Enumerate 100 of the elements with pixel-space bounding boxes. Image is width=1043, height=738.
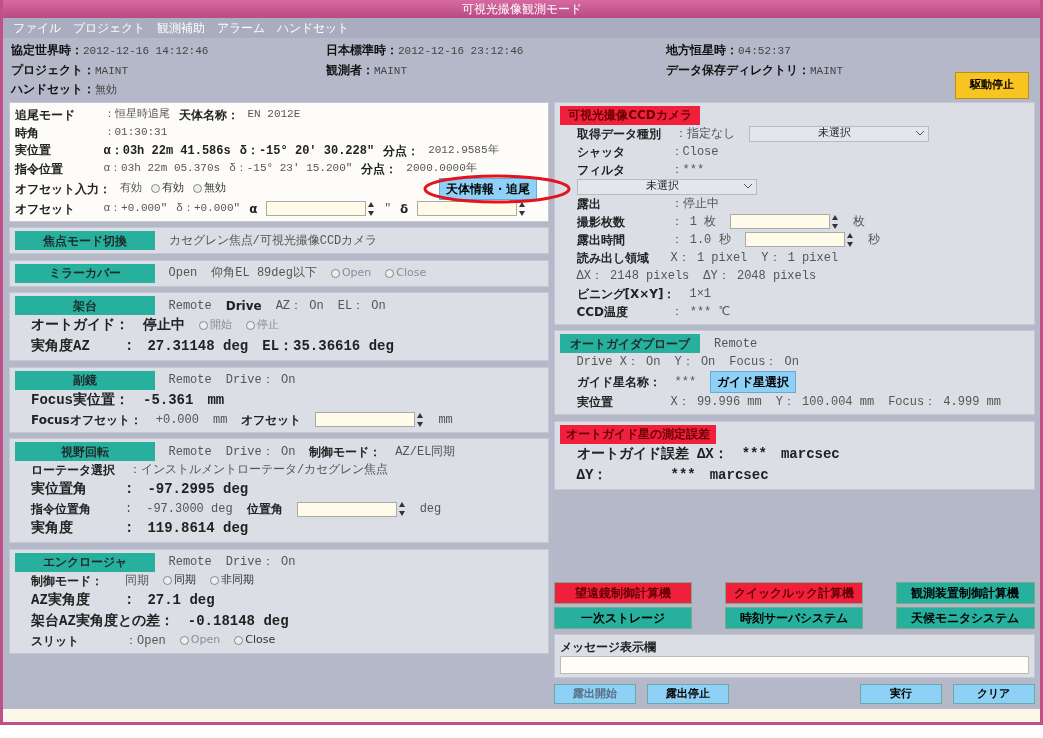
reading-text: -97.2995 deg <box>147 480 249 499</box>
reading-text: Focus実位置： <box>31 390 129 410</box>
action-button[interactable]: クリア <box>952 683 1035 704</box>
field-label: CCD温度 <box>576 303 630 321</box>
reading-text: 停止中 <box>143 316 185 335</box>
field-value: Drive： On <box>225 443 296 461</box>
reading-text: -5.361 <box>143 390 194 410</box>
field-value: Focus： On <box>729 354 799 371</box>
field-value: 04:52:37 <box>738 45 791 57</box>
field-label: 天体名称： <box>178 106 239 124</box>
reading-text: : <box>125 337 134 356</box>
field-value: ： 1 枚 <box>670 213 717 231</box>
field-value: ΔY： 2048 pixels <box>703 267 817 285</box>
system-button[interactable]: 天候モニタシステム <box>896 606 1035 629</box>
field-value: MAINT <box>810 64 843 77</box>
field-label: 指令位置角 <box>31 501 92 518</box>
field-label: オフセット入力： <box>14 180 111 198</box>
field-label: 位置角 <box>246 501 283 518</box>
section-button[interactable]: 視野回転 <box>14 442 155 461</box>
message-field[interactable] <box>560 656 1029 674</box>
section-button[interactable]: 焦点モード切換 <box>14 231 155 250</box>
reading-text: 119.8614 deg <box>147 519 249 538</box>
field-value: ：01:30:31 <box>103 125 168 141</box>
field-label: ガイド星名称： <box>576 374 661 391</box>
reading-text: 27.1 deg <box>147 590 215 610</box>
input-field[interactable] <box>296 501 397 517</box>
field-value: AZ： On <box>275 297 324 315</box>
field-label: ハンドセット： <box>11 82 95 96</box>
reading-text: 架台AZ実角度との差： <box>31 611 174 631</box>
reading-text: marcsec <box>709 465 769 485</box>
system-button[interactable]: クイックルック計算機 <box>725 581 864 604</box>
field-value: 2012-12-16 23:12:46 <box>398 45 524 57</box>
field-label: 読み出し領域 <box>576 249 650 267</box>
section-button[interactable]: 架台 <box>14 296 155 315</box>
field-value: Y： 1 pixel <box>761 249 839 267</box>
input-field[interactable] <box>315 412 416 427</box>
field-value: δ：+0.000" <box>176 201 241 217</box>
reading-text: 実位置角 <box>31 480 88 499</box>
radio-button[interactable]: 有効 <box>150 180 184 197</box>
system-button[interactable]: 望遠鏡制御計算機 <box>554 581 693 604</box>
action-button[interactable]: ガイド星選択 <box>710 371 797 393</box>
field-value: *** <box>674 374 697 391</box>
field-value: 2000.0000年 <box>406 161 477 177</box>
reading-text: *** <box>670 465 696 485</box>
field-value: α：+0.000" <box>103 201 168 217</box>
dropdown[interactable]: 未選択 <box>576 178 757 195</box>
field-value: X： 99.996 mm <box>670 394 762 411</box>
field-label: 時角 <box>14 124 40 142</box>
system-button[interactable]: 一次ストレージ <box>554 606 693 629</box>
section-button[interactable]: オートガイダプローブ <box>560 334 700 353</box>
dropdown[interactable]: 未選択 <box>748 125 929 142</box>
reading-text: 実角度 <box>31 519 74 538</box>
stop-drive-button[interactable]: 駆動停止 <box>955 72 1029 99</box>
section-button[interactable]: ミラーカバー <box>14 263 155 283</box>
field-value: mm <box>438 411 453 429</box>
field-value: ：Open <box>125 632 166 650</box>
radio-button[interactable]: 無効 <box>192 180 226 197</box>
field-value: deg <box>419 501 442 518</box>
field-value: 同期 <box>125 572 149 590</box>
system-button[interactable]: 観測装置制御計算機 <box>896 581 1035 604</box>
input-field[interactable] <box>417 201 518 216</box>
field-value: ：*** <box>670 161 705 179</box>
input-field[interactable] <box>266 201 367 216</box>
section-button[interactable]: エンクロージャ <box>14 552 155 572</box>
field-label: 露出時間 <box>576 231 626 249</box>
field-label: オフセット <box>14 200 76 218</box>
field-value: X： 1 pixel <box>670 249 748 267</box>
action-button[interactable]: 実行 <box>859 683 942 704</box>
field-label: シャッタ <box>576 143 626 161</box>
field-value: ： 1.0 秒 <box>670 231 731 249</box>
field-label: フィルタ <box>576 161 626 179</box>
section-button[interactable]: オートガイド星の測定誤差 <box>560 424 716 444</box>
radio-button[interactable]: 非同期 <box>210 572 254 589</box>
field-label: 露出 <box>576 195 602 213</box>
field-value: AZ/EL同期 <box>395 443 456 461</box>
reading-text: mm <box>207 390 225 410</box>
input-field[interactable] <box>744 232 845 247</box>
input-field[interactable] <box>730 214 831 229</box>
field-value: -97.3000 deg <box>146 501 233 518</box>
caret-icon <box>743 184 752 189</box>
field-value: Remote <box>168 443 212 461</box>
section-button[interactable]: 可視光撮像CCDカメラ <box>560 105 700 125</box>
radio-button[interactable]: 同期 <box>163 572 196 589</box>
field-value: δ：-15° 23' 15.200" <box>229 161 353 177</box>
field-value: Remote <box>714 335 758 353</box>
action-button[interactable]: 露出停止 <box>647 683 729 704</box>
field-value: EN 2012E <box>247 107 301 123</box>
field-value: EL： On <box>337 297 386 315</box>
window-title: 可視光撮像観測モード <box>3 0 1040 18</box>
field-label: 分点： <box>383 142 420 160</box>
reading-text: : <box>125 590 134 610</box>
reading-text: EL：35.36616 deg <box>262 337 394 356</box>
section-button[interactable]: 副鏡 <box>14 370 155 390</box>
system-button[interactable]: 時刻サーバシステム <box>725 606 864 629</box>
radio-button[interactable]: Close <box>234 632 276 649</box>
field-value: Drive： On <box>225 554 296 571</box>
field-value: 無効 <box>95 84 117 96</box>
field-value: ΔX： 2148 pixels <box>576 267 690 285</box>
reading-text: *** <box>741 444 767 464</box>
field-value: " <box>384 201 391 217</box>
